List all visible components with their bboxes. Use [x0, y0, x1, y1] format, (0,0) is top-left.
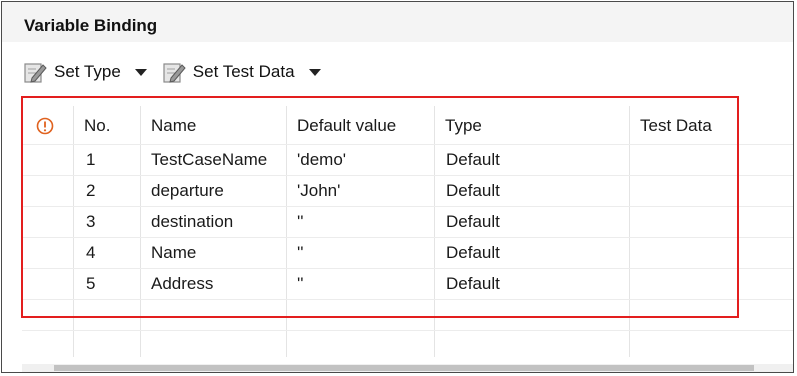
toolbar: Set Type Set Test Data	[22, 56, 335, 88]
row-divider	[22, 330, 793, 331]
type-cell[interactable]: Default	[446, 212, 500, 232]
row-number-cell: 1	[86, 150, 96, 169]
default-value-cell[interactable]: ''	[297, 274, 304, 294]
warning-circle-icon[interactable]	[36, 117, 54, 135]
type-cell[interactable]: Default	[446, 150, 500, 170]
set-type-button[interactable]: Set Type	[22, 57, 121, 87]
row-number-cell: 2	[86, 181, 96, 200]
type-cell[interactable]: Default	[446, 274, 500, 294]
column-header-no[interactable]: No.	[84, 116, 110, 136]
edit-pencil-icon	[163, 63, 186, 83]
type-cell[interactable]: Default	[446, 181, 500, 201]
scrollbar-thumb[interactable]	[54, 365, 754, 371]
default-value-cell[interactable]: 'John'	[297, 181, 340, 201]
variables-table: No. Name Default value Type Test Data 1 …	[22, 96, 793, 371]
set-test-data-button[interactable]: Set Test Data	[161, 57, 295, 87]
panel-header: Variable Binding	[2, 2, 793, 42]
row-divider	[22, 299, 793, 300]
row-divider	[22, 144, 793, 145]
column-header-default-value[interactable]: Default value	[297, 116, 396, 136]
edit-pencil-icon	[24, 63, 47, 83]
name-cell[interactable]: destination	[151, 212, 233, 232]
row-divider	[22, 206, 793, 207]
column-header-test-data[interactable]: Test Data	[640, 116, 712, 136]
column-header-type[interactable]: Type	[445, 116, 482, 136]
row-divider	[22, 237, 793, 238]
type-cell[interactable]: Default	[446, 243, 500, 263]
row-divider	[22, 175, 793, 176]
row-number-cell: 4	[86, 243, 96, 262]
name-cell[interactable]: departure	[151, 181, 224, 201]
default-value-cell[interactable]: ''	[297, 212, 304, 232]
name-cell[interactable]: Name	[151, 243, 196, 263]
horizontal-scrollbar[interactable]	[22, 364, 793, 372]
name-cell[interactable]: TestCaseName	[151, 150, 267, 170]
row-number-cell: 5	[86, 274, 96, 293]
row-divider	[22, 268, 793, 269]
name-cell[interactable]: Address	[151, 274, 213, 294]
panel-title: Variable Binding	[24, 16, 158, 35]
set-test-data-dropdown-arrow[interactable]	[308, 68, 321, 76]
default-value-cell[interactable]: ''	[297, 243, 304, 263]
set-type-dropdown-arrow[interactable]	[134, 68, 147, 76]
set-test-data-label: Set Test Data	[192, 62, 295, 81]
default-value-cell[interactable]: 'demo'	[297, 150, 346, 170]
set-type-label: Set Type	[54, 62, 121, 81]
row-number-cell: 3	[86, 212, 96, 231]
column-header-name[interactable]: Name	[151, 116, 196, 136]
